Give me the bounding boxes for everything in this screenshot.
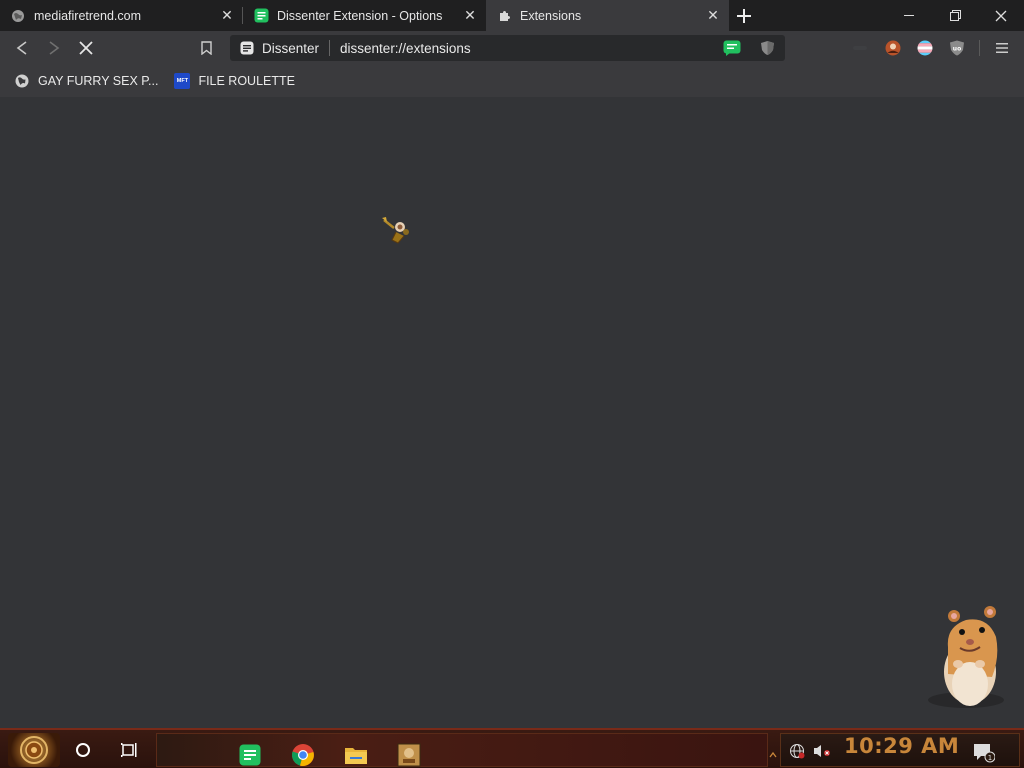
close-icon[interactable]: ✕ (462, 7, 478, 24)
mft-icon: MFT (174, 73, 191, 89)
tab-mediafiretrend[interactable]: mediafiretrend.com ✕ (0, 0, 243, 31)
bookmark-icon[interactable] (194, 36, 218, 60)
stop-icon[interactable] (74, 36, 98, 60)
taskbar-app-area (156, 733, 768, 767)
page-content (0, 97, 1024, 728)
tab-dissenter-options[interactable]: Dissenter Extension - Options ✕ (243, 0, 486, 31)
page-icon (240, 41, 254, 55)
minimize-icon[interactable] (886, 0, 932, 31)
chevron-up-icon[interactable] (769, 746, 777, 764)
svg-text:uo: uo (953, 46, 961, 53)
puzzle-icon (496, 8, 512, 24)
close-icon[interactable] (978, 0, 1024, 31)
globe-icon (10, 8, 26, 24)
forward-icon[interactable] (42, 36, 66, 60)
site-name: Dissenter (262, 40, 320, 56)
dissenter-icon (253, 8, 269, 24)
bookmarks-bar: GAY FURRY SEX P... MFT FILE ROULETTE (0, 65, 1024, 97)
task-view-icon[interactable] (118, 739, 142, 761)
dissenter-icon[interactable] (720, 36, 744, 60)
bookmark-item[interactable]: MFT FILE ROULETTE (174, 73, 295, 89)
chrome-icon[interactable] (290, 742, 316, 768)
avatar-icon[interactable] (881, 36, 905, 60)
extension-icon[interactable] (848, 36, 872, 60)
toolbar-divider (979, 40, 980, 56)
omnibox-divider (329, 40, 331, 56)
speaker-muted-icon[interactable] (813, 743, 831, 764)
svg-text:1: 1 (988, 754, 992, 762)
notification-icon[interactable]: 1 (973, 743, 996, 768)
bookmark-label: FILE ROULETTE (198, 74, 295, 88)
address-bar[interactable]: Dissenter dissenter://extensions (230, 35, 785, 61)
start-button[interactable] (8, 733, 60, 767)
tab-extensions[interactable]: Extensions ✕ (486, 0, 729, 31)
bookmark-item[interactable]: GAY FURRY SEX P... (14, 73, 158, 89)
back-icon[interactable] (10, 36, 34, 60)
plus-icon[interactable] (729, 0, 759, 31)
tab-label: Extensions (520, 8, 582, 23)
hamster-mascot-icon (918, 602, 1010, 717)
shield-icon[interactable] (755, 36, 779, 60)
tab-strip: mediafiretrend.com ✕ Dissenter Extension… (0, 0, 1024, 31)
close-icon[interactable]: ✕ (219, 7, 235, 24)
network-icon[interactable] (789, 743, 805, 764)
tab-label: Dissenter Extension - Options (277, 8, 443, 23)
close-icon[interactable]: ✕ (705, 7, 721, 24)
flag-icon[interactable] (913, 36, 937, 60)
cursor-sprite-icon (380, 214, 416, 253)
url-text[interactable]: dissenter://extensions (340, 41, 471, 56)
bookmark-label: GAY FURRY SEX P... (38, 74, 159, 88)
taskbar-clock[interactable]: 10:29 AM (844, 734, 959, 758)
restore-icon[interactable] (932, 0, 978, 31)
tab-label: mediafiretrend.com (34, 8, 141, 23)
ublock-icon[interactable]: uo (945, 36, 969, 60)
media-box-icon[interactable] (396, 742, 422, 768)
globe-icon (14, 73, 30, 89)
file-explorer-icon[interactable] (343, 742, 369, 768)
dissenter-app-icon[interactable] (237, 742, 263, 768)
cortana-icon[interactable] (72, 739, 94, 761)
menu-icon[interactable] (990, 36, 1014, 60)
